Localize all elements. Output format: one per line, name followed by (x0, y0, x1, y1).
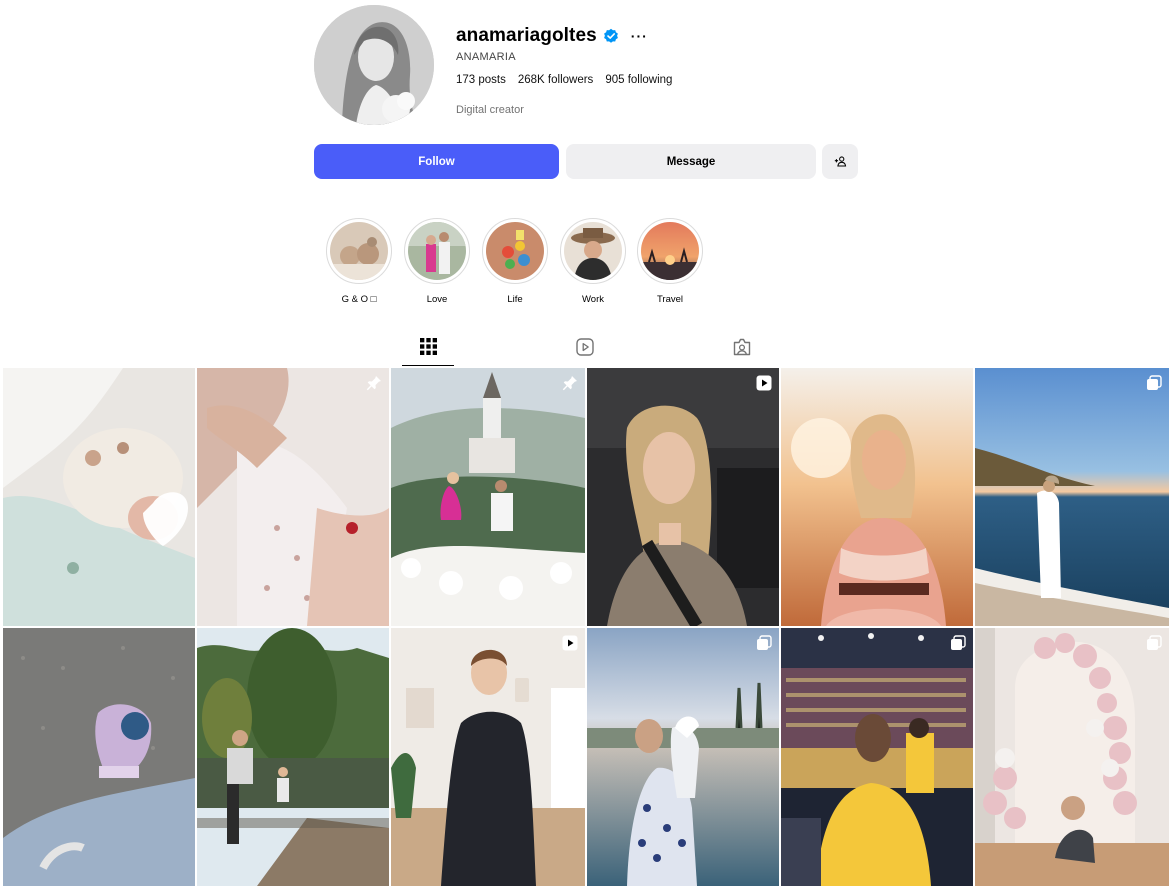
post-image (781, 628, 973, 886)
post-tile[interactable] (587, 628, 779, 886)
reel-icon (562, 635, 578, 651)
post-image (587, 368, 779, 626)
tab-posts[interactable] (402, 338, 454, 366)
highlight-cover (486, 222, 544, 280)
highlight-cover (408, 222, 466, 280)
highlight-family[interactable]: G & O □ (325, 218, 393, 305)
post-image (197, 628, 389, 886)
suggest-user-button[interactable] (822, 144, 858, 179)
highlight-label: G & O □ (341, 294, 377, 305)
followers-stat[interactable]: 268K followers (518, 74, 593, 86)
follow-button[interactable]: Follow (314, 144, 559, 179)
posts-grid (3, 368, 1169, 886)
post-tile[interactable] (587, 368, 779, 626)
post-image (3, 628, 195, 886)
highlight-cover (641, 222, 699, 280)
profile-full-name: ANAMARIA (456, 51, 516, 63)
post-image (975, 628, 1169, 886)
post-tile[interactable] (975, 628, 1169, 886)
highlight-cover (564, 222, 622, 280)
highlight-label: Travel (656, 294, 684, 305)
carousel-icon (951, 635, 966, 650)
highlight-travel[interactable]: Travel (636, 218, 704, 305)
post-tile[interactable] (197, 628, 389, 886)
post-tile[interactable] (197, 368, 389, 626)
post-image (587, 628, 779, 886)
profile-stats: 173 posts 268K followers 905 following (456, 74, 672, 86)
highlight-cover (330, 222, 388, 280)
posts-count: 173 (456, 74, 476, 86)
carousel-icon (1147, 375, 1162, 390)
highlight-label: Love (426, 294, 448, 305)
post-image (975, 368, 1169, 626)
post-image (391, 368, 585, 626)
highlight-love[interactable]: Love (403, 218, 471, 305)
post-tile[interactable] (391, 628, 585, 886)
post-image (781, 368, 973, 626)
following-label: following (624, 74, 673, 86)
highlight-label: Life (507, 294, 523, 305)
tab-tagged[interactable] (716, 338, 768, 366)
tab-reels[interactable] (559, 338, 611, 366)
post-tile[interactable] (3, 368, 195, 626)
following-stat[interactable]: 905 following (605, 74, 672, 86)
post-image (3, 368, 195, 626)
message-button[interactable]: Message (566, 144, 816, 179)
reels-icon (576, 338, 594, 356)
highlight-life[interactable]: Life (481, 218, 549, 305)
tagged-icon (733, 338, 751, 356)
highlight-label: Work (582, 294, 604, 305)
post-tile[interactable] (975, 368, 1169, 626)
highlight-work[interactable]: Work (559, 218, 627, 305)
pinned-icon (366, 376, 381, 391)
followers-label: followers (544, 74, 594, 86)
carousel-icon (1147, 635, 1162, 650)
posts-count-stat: 173 posts (456, 74, 506, 86)
post-image (391, 628, 585, 886)
posts-label: posts (475, 74, 506, 86)
followers-count: 268K (517, 74, 545, 86)
post-tile[interactable] (781, 368, 973, 626)
pinned-icon (562, 376, 577, 391)
profile-username: anamariagoltes (456, 25, 597, 46)
more-options-icon[interactable]: ··· (631, 29, 648, 43)
post-tile[interactable] (781, 628, 973, 886)
profile-category: Digital creator (456, 104, 524, 116)
add-user-icon (834, 156, 846, 167)
post-tile[interactable] (391, 368, 585, 626)
following-count: 905 (605, 74, 625, 86)
verified-badge-icon (603, 28, 619, 44)
profile-avatar[interactable] (314, 5, 434, 125)
grid-icon (419, 338, 437, 355)
carousel-icon (757, 635, 772, 650)
post-image (197, 368, 389, 626)
reel-icon (756, 375, 772, 391)
post-tile[interactable] (3, 628, 195, 886)
